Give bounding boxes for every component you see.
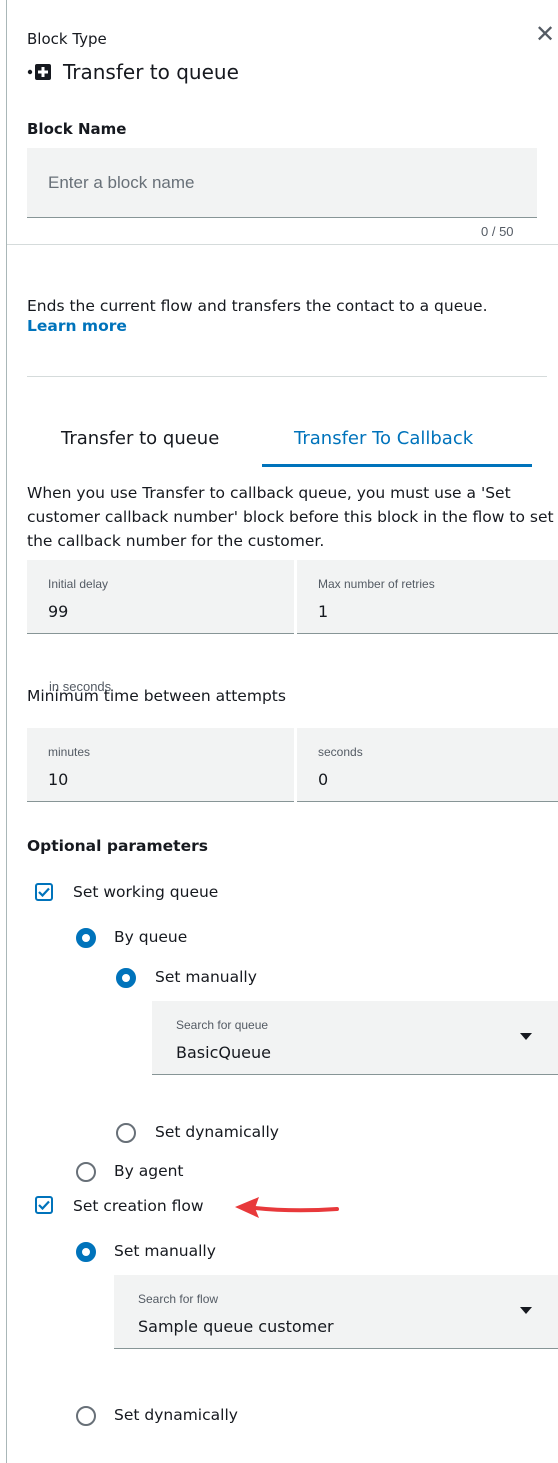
minutes-value: 10: [48, 770, 69, 789]
queue-search-select[interactable]: Search for queue BasicQueue: [152, 1001, 558, 1075]
by-queue-radio[interactable]: [76, 928, 96, 948]
flow-search-label: Search for flow: [138, 1292, 219, 1306]
initial-delay-label: Initial delay: [48, 577, 109, 591]
divider: [27, 376, 547, 377]
flow-set-manually-radio[interactable]: [76, 1242, 96, 1262]
queue-set-manually-radio[interactable]: [116, 968, 136, 988]
block-type-label: Block Type: [27, 30, 107, 48]
min-time-label: Minimum time between attempts: [27, 687, 286, 705]
seconds-value: 0: [318, 770, 329, 789]
annotation-arrow-icon: [235, 1197, 339, 1218]
flow-set-manually-label: Set manually: [114, 1242, 216, 1260]
by-agent-radio[interactable]: [76, 1162, 96, 1182]
flow-search-select[interactable]: Search for flow Sample queue customer: [114, 1275, 558, 1349]
queue-set-manually-label: Set manually: [155, 968, 257, 986]
queue-search-value: BasicQueue: [176, 1043, 271, 1062]
creation-flow-label: Set creation flow: [73, 1197, 204, 1215]
minutes-field[interactable]: minutes 10: [27, 728, 294, 802]
max-retries-value: 1: [318, 602, 329, 621]
transfer-queue-icon: [27, 64, 51, 80]
tab-transfer-to-callback[interactable]: Transfer To Callback: [294, 428, 473, 449]
flow-set-dynamically-label: Set dynamically: [114, 1406, 238, 1424]
minutes-label: minutes: [48, 745, 91, 759]
block-name-label: Block Name: [27, 120, 127, 138]
working-queue-label: Set working queue: [73, 883, 219, 901]
chevron-down-icon: [520, 1307, 532, 1314]
working-queue-checkbox[interactable]: [35, 883, 53, 901]
tab-transfer-to-queue[interactable]: Transfer to queue: [61, 428, 219, 449]
chevron-down-icon: [520, 1033, 532, 1040]
block-description: Ends the current flow and transfers the …: [27, 297, 488, 315]
by-queue-label: By queue: [114, 928, 188, 946]
queue-set-dynamically-label: Set dynamically: [155, 1123, 279, 1141]
queue-search-label: Search for queue: [176, 1018, 269, 1032]
initial-delay-value: 99: [48, 602, 69, 621]
max-retries-field[interactable]: Max number of retries 1: [297, 560, 558, 634]
close-button[interactable]: ✕: [535, 22, 555, 46]
block-config-panel: Block Type ✕ Transfer to queue Block Nam…: [6, 0, 558, 1463]
flow-set-dynamically-radio[interactable]: [76, 1406, 96, 1426]
by-agent-label: By agent: [114, 1162, 184, 1180]
optional-parameters-heading: Optional parameters: [27, 837, 208, 855]
seconds-label: seconds: [318, 745, 363, 759]
divider: [7, 244, 558, 245]
learn-more-link[interactable]: Learn more: [27, 317, 127, 335]
block-name-input[interactable]: [27, 148, 537, 218]
check-icon: [38, 887, 50, 897]
queue-set-dynamically-radio[interactable]: [116, 1123, 136, 1143]
max-retries-label: Max number of retries: [318, 577, 435, 591]
initial-delay-field[interactable]: Initial delay 99: [27, 560, 294, 634]
callback-note: When you use Transfer to callback queue,…: [27, 484, 554, 550]
block-title-text: Transfer to queue: [63, 60, 239, 84]
flow-search-value: Sample queue customer: [138, 1317, 334, 1336]
seconds-field[interactable]: seconds 0: [297, 728, 558, 802]
check-icon: [38, 1200, 50, 1210]
active-tab-indicator: [262, 464, 532, 467]
creation-flow-checkbox[interactable]: [35, 1196, 53, 1214]
char-counter: 0 / 50: [481, 224, 514, 239]
block-title: Transfer to queue: [27, 60, 239, 84]
